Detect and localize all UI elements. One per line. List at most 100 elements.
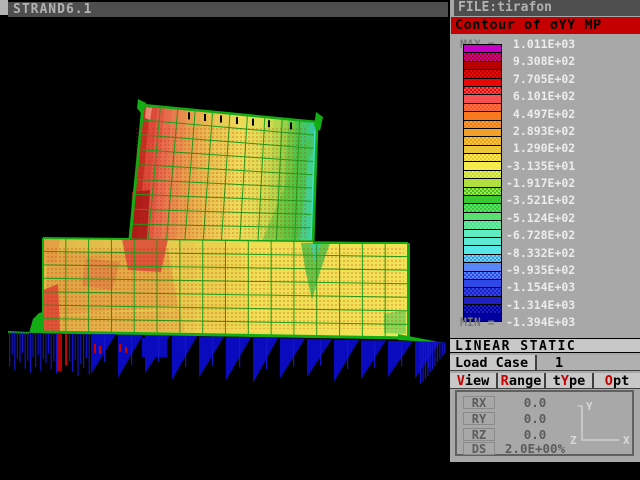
titlebar-edge xyxy=(0,0,8,15)
pile-line xyxy=(22,333,23,353)
pile-line xyxy=(17,332,18,358)
pile-red-mark xyxy=(99,346,101,354)
x-axis-label: X xyxy=(623,434,630,447)
ds-label: DS xyxy=(463,442,495,455)
pile-line xyxy=(442,342,443,356)
legend-band xyxy=(464,213,501,221)
legend-band xyxy=(464,45,501,53)
pile-line xyxy=(14,332,15,370)
legend-band xyxy=(464,230,501,238)
load-case-value[interactable]: 1 xyxy=(537,355,640,370)
rz-value: 0.0 xyxy=(497,428,573,441)
model-viewport[interactable] xyxy=(0,0,450,480)
legend-band xyxy=(464,238,501,246)
legend-value: -3.521E+02 xyxy=(506,193,575,207)
pile-line xyxy=(27,333,28,361)
legend-band xyxy=(464,255,501,263)
pile-line xyxy=(425,342,426,379)
pile-line xyxy=(48,333,49,353)
legend-value: -1.314E+03 xyxy=(506,298,575,312)
pile-tooth xyxy=(91,334,116,374)
legend-value: 2.893E+02 xyxy=(506,124,575,138)
legend-band xyxy=(464,62,501,70)
legend-band xyxy=(464,297,501,305)
legend-band xyxy=(464,188,501,196)
pile-line xyxy=(32,333,33,357)
pile-tooth xyxy=(361,340,386,379)
pile-line xyxy=(80,334,81,364)
pile-line xyxy=(434,342,435,366)
pile-tooth xyxy=(334,340,359,382)
legend-band xyxy=(464,288,501,296)
pile-line xyxy=(131,335,132,365)
legend-band xyxy=(464,146,501,154)
legend-band xyxy=(464,53,501,61)
ground-line xyxy=(8,332,29,333)
pile-line xyxy=(347,340,348,369)
legend-value: 1.290E+02 xyxy=(506,141,575,155)
legend-value: 1.011E+03 xyxy=(506,37,575,51)
legend-value: -1.917E+02 xyxy=(506,176,575,190)
legend-band xyxy=(464,204,501,212)
pile-line xyxy=(104,334,105,362)
pile-line xyxy=(72,334,73,372)
pile-line xyxy=(185,336,186,367)
legend-value: -1.154E+03 xyxy=(506,280,575,294)
legend-band xyxy=(464,95,501,103)
legend-band xyxy=(464,221,501,229)
ry-label: RY xyxy=(463,412,495,425)
legend-value: 4.497E+02 xyxy=(506,107,575,121)
pile-line xyxy=(422,342,423,382)
pile-line xyxy=(30,333,31,373)
view-button[interactable]: View xyxy=(450,373,498,388)
pile-line xyxy=(9,332,10,366)
legend-band xyxy=(464,79,501,87)
type-button[interactable]: tYpe xyxy=(546,373,594,388)
legend-band xyxy=(464,162,501,170)
pile-line xyxy=(69,334,70,362)
legend-value: -1.394E+03 xyxy=(506,315,575,329)
pile-line xyxy=(266,338,267,370)
legend-band xyxy=(464,272,501,280)
tower-notch xyxy=(252,119,254,126)
pile-line xyxy=(89,334,90,374)
legend-min-label: MIN = xyxy=(460,315,506,329)
legend-band xyxy=(464,305,501,313)
range-button[interactable]: Range xyxy=(498,373,546,388)
contour-header: Contour of σYY MP xyxy=(451,17,640,34)
legend-value: -8.332E+02 xyxy=(506,246,575,260)
tower-notch xyxy=(268,120,270,127)
legend-colorbar xyxy=(463,44,502,322)
axis-triad: Y X Z xyxy=(569,400,633,452)
y-axis-label: Y xyxy=(586,400,593,413)
rx-label: RX xyxy=(463,396,495,409)
legend-band xyxy=(464,179,501,187)
pile-line xyxy=(420,342,421,384)
pile-line xyxy=(35,333,36,367)
legend-value: -6.728E+02 xyxy=(506,228,575,242)
pile-tooth xyxy=(253,338,278,383)
pile-line xyxy=(51,333,52,369)
pile-tooth xyxy=(199,337,224,378)
ry-value: 0.0 xyxy=(497,412,573,425)
pile-line xyxy=(56,333,57,373)
rx-value: 0.0 xyxy=(497,396,573,409)
pile-tooth xyxy=(307,339,332,377)
pile-red xyxy=(65,334,67,366)
opt-button[interactable]: Opt xyxy=(594,373,640,388)
pile-line xyxy=(444,342,445,353)
analysis-type-bar: LINEAR STATIC xyxy=(450,338,640,353)
pile-line xyxy=(427,342,428,376)
ds-value: 2.0E+00% xyxy=(497,442,573,455)
tower-notch xyxy=(290,122,292,129)
pile-line xyxy=(430,342,431,372)
pile-line xyxy=(293,339,294,367)
pile-tooth xyxy=(118,335,143,378)
pile-line xyxy=(45,333,46,363)
load-case-button[interactable]: Load Case xyxy=(450,355,537,370)
legend-band xyxy=(464,280,501,288)
pile-tooth xyxy=(226,337,251,380)
pile-line xyxy=(437,342,438,362)
pile-line xyxy=(53,333,54,361)
pile-red-mark xyxy=(94,344,96,353)
